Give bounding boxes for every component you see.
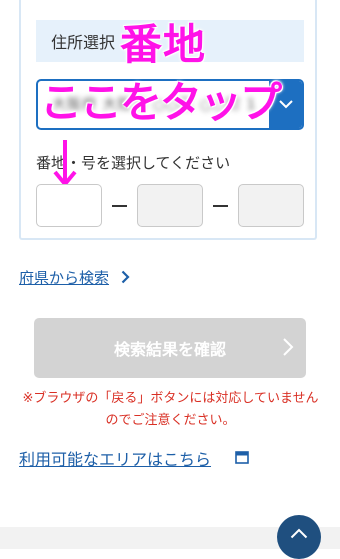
new-window-icon — [235, 451, 249, 464]
banchi-number-field[interactable] — [36, 184, 102, 227]
sub-number-field[interactable] — [238, 184, 304, 227]
go-number-field[interactable] — [137, 184, 203, 227]
down-arrow-icon — [53, 140, 77, 188]
dash-separator — [213, 205, 228, 207]
chevron-down-icon — [278, 100, 293, 109]
dash-separator — [112, 205, 127, 207]
browser-back-notice: ※ブラウザの「戻る」ボタンには対応していませんのでご注意ください。 — [22, 391, 319, 428]
annotation-tap-here: ここをタップ — [40, 78, 282, 127]
prefecture-search-link[interactable]: 府県から検索 — [19, 267, 109, 288]
chevron-right-icon — [121, 270, 130, 284]
confirm-results-button[interactable]: 検索結果を確認 — [34, 318, 306, 378]
confirm-results-label: 検索結果を確認 — [113, 340, 226, 359]
address-select-heading-text: 住所選択 — [51, 33, 116, 52]
available-area-link[interactable]: 利用可能なエリアはこちら — [19, 446, 211, 470]
chevron-up-icon — [290, 528, 308, 539]
annotation-banchi: 番地 — [120, 20, 207, 69]
chevron-right-icon — [283, 338, 294, 356]
page-top-button[interactable] — [277, 515, 321, 559]
